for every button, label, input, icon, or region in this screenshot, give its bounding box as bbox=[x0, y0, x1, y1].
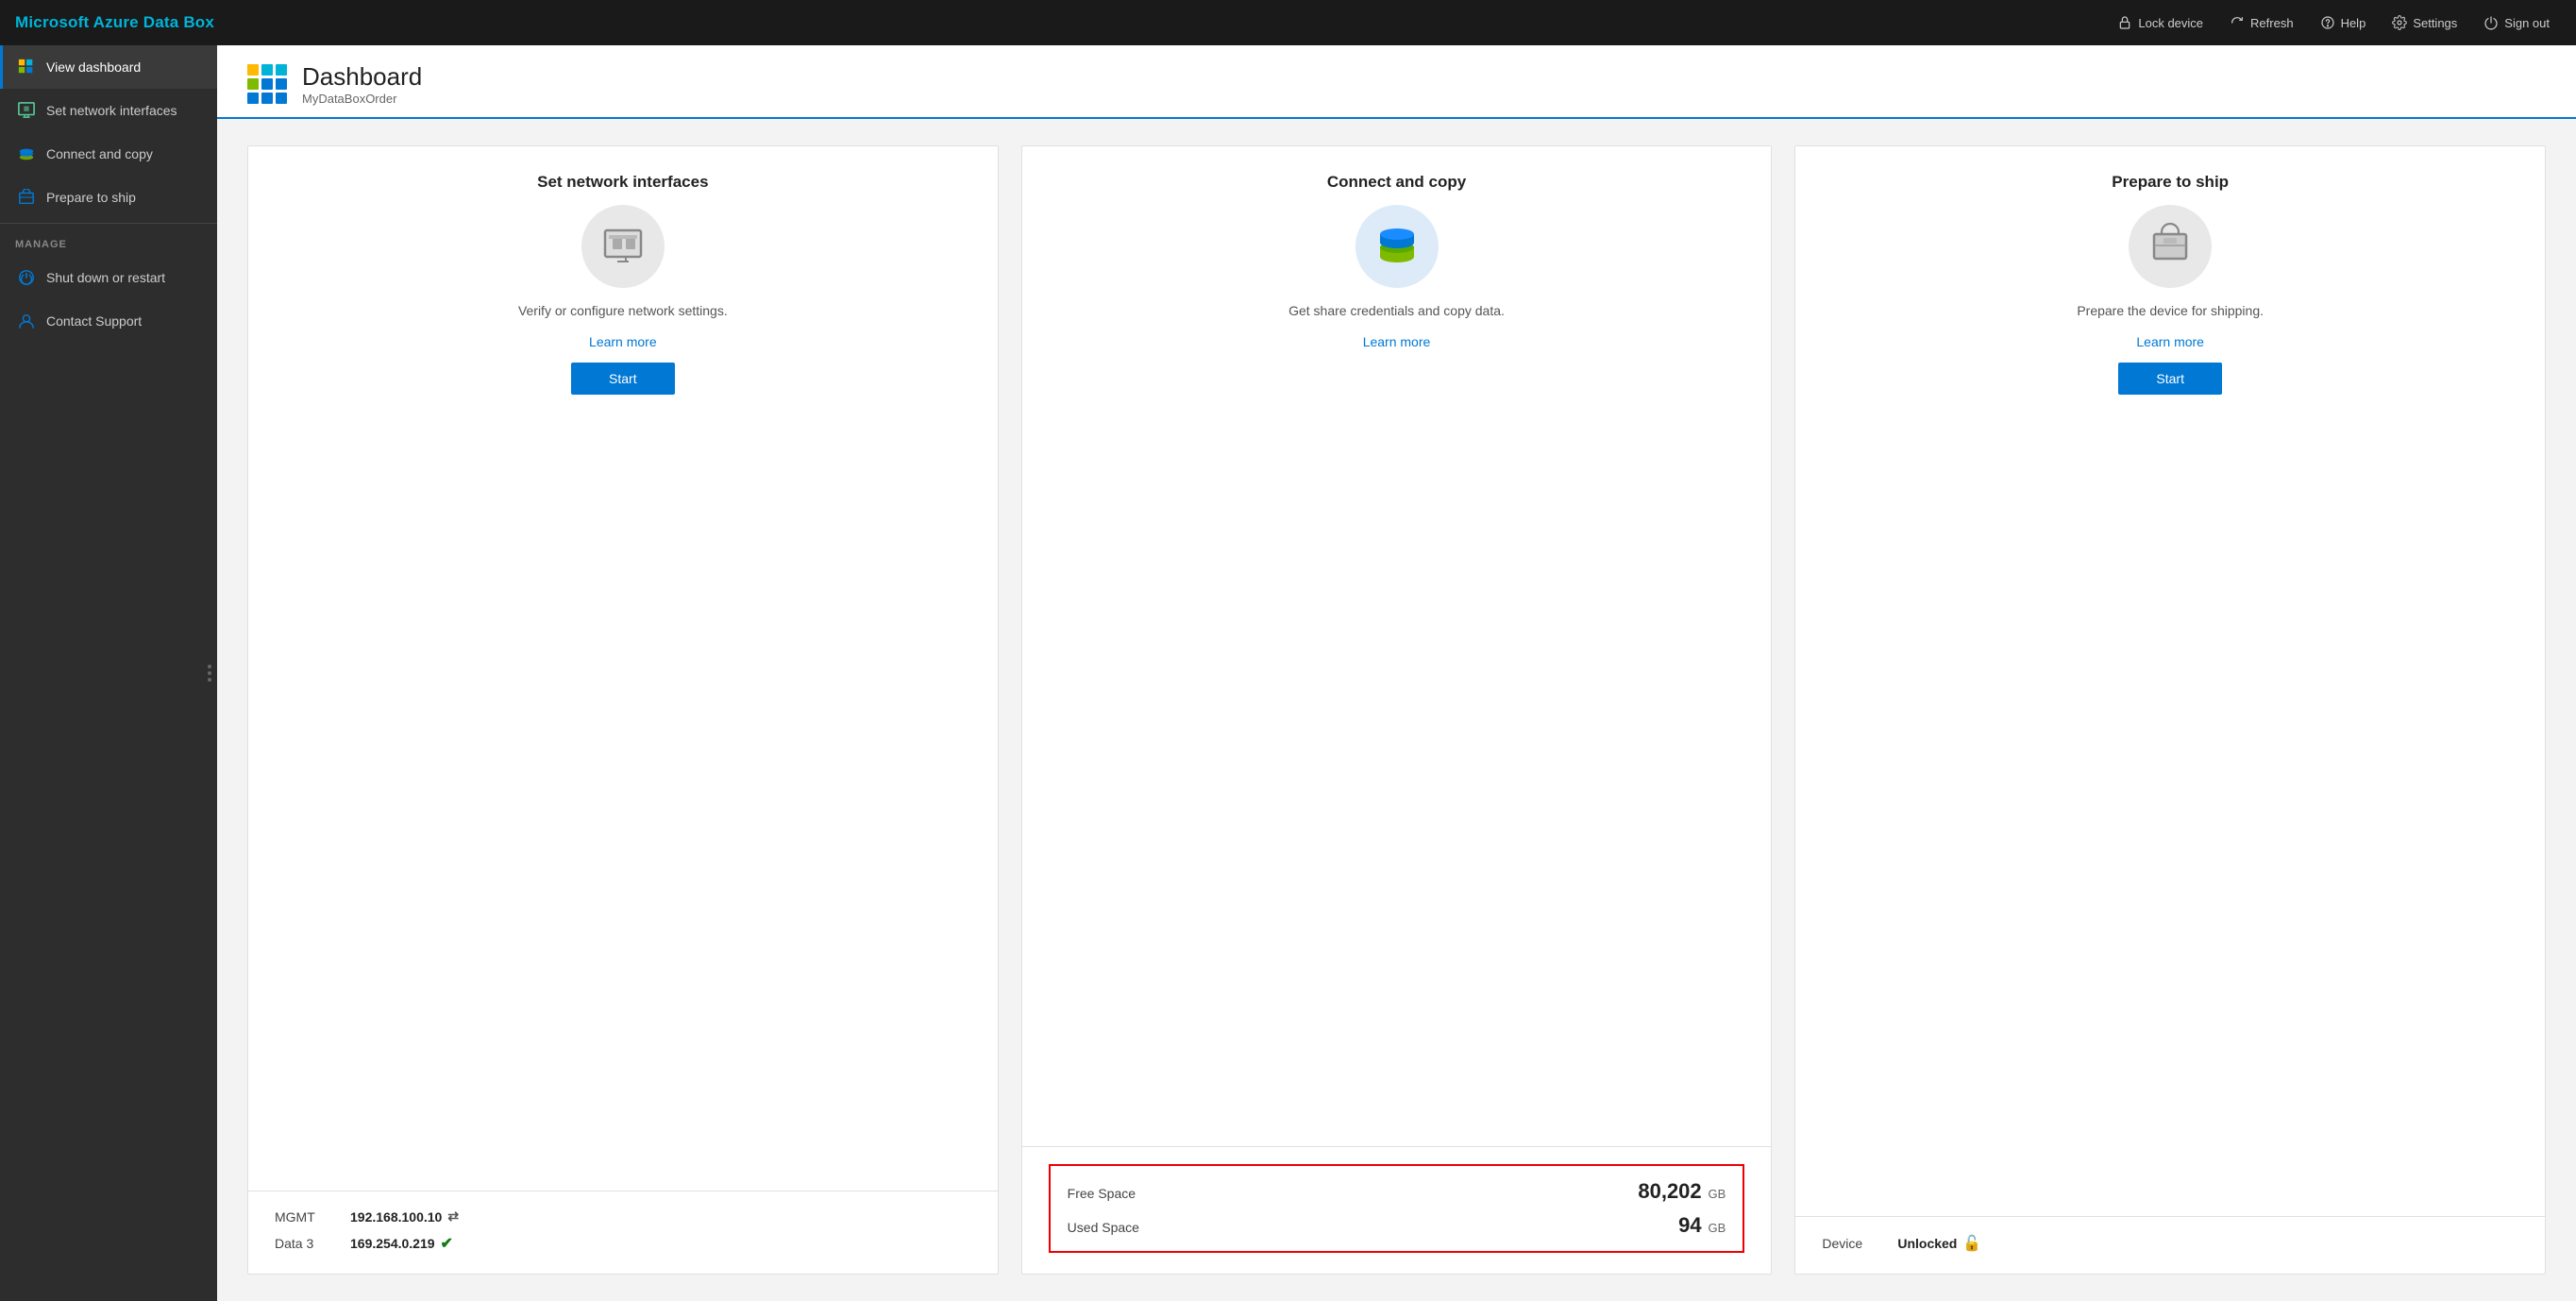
sidebar-item-contact-support[interactable]: Contact Support bbox=[0, 299, 217, 343]
sidebar-item-label: Prepare to ship bbox=[46, 190, 136, 205]
check-icon: ✔ bbox=[441, 1234, 453, 1253]
sidebar-item-label: Shut down or restart bbox=[46, 270, 165, 285]
device-value: Unlocked 🔓 bbox=[1897, 1234, 1981, 1253]
learn-more-ship[interactable]: Learn more bbox=[2136, 334, 2204, 349]
page-header-text: Dashboard MyDataBoxOrder bbox=[302, 62, 422, 106]
swap-icon: ⇄ bbox=[447, 1208, 459, 1225]
dashboard-grid-icon bbox=[247, 64, 287, 104]
card-prepare-ship: Prepare to ship Prepare the device for s… bbox=[1794, 145, 2546, 1275]
settings-button[interactable]: Settings bbox=[2381, 9, 2468, 36]
refresh-icon bbox=[2230, 15, 2245, 30]
sidebar-item-prepare-ship[interactable]: Prepare to ship bbox=[0, 176, 217, 219]
free-space-row: Free Space 80,202 GB bbox=[1068, 1179, 1726, 1204]
card-title-copy: Connect and copy bbox=[1327, 173, 1466, 192]
info-row-mgmt: MGMT 192.168.100.10 ⇄ bbox=[275, 1208, 971, 1225]
mgmt-value: 192.168.100.10 ⇄ bbox=[350, 1208, 459, 1225]
learn-more-network[interactable]: Learn more bbox=[589, 334, 657, 349]
sidebar-divider bbox=[0, 223, 217, 224]
card-set-network: Set network interfaces Verify or configu… bbox=[247, 145, 999, 1275]
copy-card-icon-circle bbox=[1355, 205, 1439, 288]
support-icon bbox=[18, 313, 35, 329]
sidebar-item-shutdown[interactable]: Shut down or restart bbox=[0, 256, 217, 299]
used-space-label: Used Space bbox=[1068, 1220, 1139, 1235]
refresh-button[interactable]: Refresh bbox=[2218, 9, 2305, 36]
main-content: Dashboard MyDataBoxOrder Set network int… bbox=[217, 45, 2576, 1301]
network-card-icon-circle bbox=[581, 205, 665, 288]
card-title-network: Set network interfaces bbox=[537, 173, 708, 192]
data3-value: 169.254.0.219 ✔ bbox=[350, 1234, 453, 1253]
card-desc-ship: Prepare the device for shipping. bbox=[2077, 301, 2264, 321]
free-space-value: 80,202 GB bbox=[1638, 1179, 1726, 1204]
data3-label: Data 3 bbox=[275, 1236, 341, 1251]
sign-out-button[interactable]: Sign out bbox=[2472, 9, 2561, 36]
card-connect-copy: Connect and copy Get share credential bbox=[1021, 145, 1773, 1275]
app-title: Microsoft Azure Data Box bbox=[15, 13, 214, 32]
space-box: Free Space 80,202 GB Used Space 94 GB bbox=[1049, 1164, 1745, 1253]
card-bottom-ship: Device Unlocked 🔓 bbox=[1795, 1217, 2545, 1274]
copy-icon bbox=[18, 145, 35, 162]
sidebar-item-connect-copy[interactable]: Connect and copy bbox=[0, 132, 217, 176]
grid-icon bbox=[18, 59, 35, 76]
top-navigation: Microsoft Azure Data Box Lock device Ref… bbox=[0, 0, 2576, 45]
page-subtitle: MyDataBoxOrder bbox=[302, 92, 422, 106]
app-layout: View dashboard Set network interfaces Co… bbox=[0, 45, 2576, 1301]
sidebar: View dashboard Set network interfaces Co… bbox=[0, 45, 217, 1301]
start-button-ship[interactable]: Start bbox=[2118, 363, 2222, 395]
lock-icon bbox=[2117, 15, 2132, 30]
network-icon bbox=[18, 102, 35, 119]
help-button[interactable]: Help bbox=[2309, 9, 2378, 36]
power-icon bbox=[2483, 15, 2499, 30]
sidebar-item-set-network[interactable]: Set network interfaces bbox=[0, 89, 217, 132]
copy-card-icon bbox=[1372, 221, 1423, 272]
page-header: Dashboard MyDataBoxOrder bbox=[217, 45, 2576, 119]
unlock-icon: 🔓 bbox=[1962, 1234, 1981, 1253]
card-desc-copy: Get share credentials and copy data. bbox=[1288, 301, 1505, 321]
sidebar-item-label: View dashboard bbox=[46, 59, 141, 75]
manage-section-label: MANAGE bbox=[0, 228, 217, 256]
ship-card-icon-circle bbox=[2129, 205, 2212, 288]
shutdown-icon bbox=[18, 269, 35, 286]
card-bottom-copy: Free Space 80,202 GB Used Space 94 GB bbox=[1022, 1147, 1772, 1274]
learn-more-copy[interactable]: Learn more bbox=[1363, 334, 1431, 349]
page-title: Dashboard bbox=[302, 62, 422, 92]
network-card-icon bbox=[599, 223, 647, 270]
free-space-label: Free Space bbox=[1068, 1186, 1136, 1201]
lock-device-button[interactable]: Lock device bbox=[2106, 9, 2214, 36]
ship-icon bbox=[18, 189, 35, 206]
settings-icon bbox=[2392, 15, 2407, 30]
used-space-value: 94 GB bbox=[1678, 1213, 1726, 1238]
card-bottom-network: MGMT 192.168.100.10 ⇄ Data 3 169.254.0.2… bbox=[248, 1191, 998, 1274]
cards-area: Set network interfaces Verify or configu… bbox=[217, 119, 2576, 1301]
ship-card-icon bbox=[2147, 223, 2194, 270]
device-label: Device bbox=[1822, 1236, 1888, 1251]
card-top-ship: Prepare to ship Prepare the device for s… bbox=[1795, 146, 2545, 1216]
topnav-actions: Lock device Refresh Help Setting bbox=[2106, 9, 2561, 36]
sidebar-item-label: Connect and copy bbox=[46, 146, 153, 161]
info-row-data3: Data 3 169.254.0.219 ✔ bbox=[275, 1234, 971, 1253]
start-button-network[interactable]: Start bbox=[571, 363, 675, 395]
help-icon bbox=[2320, 15, 2335, 30]
card-top-network: Set network interfaces Verify or configu… bbox=[248, 146, 998, 1191]
used-space-row: Used Space 94 GB bbox=[1068, 1213, 1726, 1238]
sidebar-item-label: Set network interfaces bbox=[46, 103, 177, 118]
card-title-ship: Prepare to ship bbox=[2112, 173, 2229, 192]
sidebar-item-label: Contact Support bbox=[46, 313, 142, 329]
resize-handle[interactable] bbox=[208, 665, 211, 682]
sidebar-item-view-dashboard[interactable]: View dashboard bbox=[0, 45, 217, 89]
mgmt-label: MGMT bbox=[275, 1209, 341, 1225]
device-row: Device Unlocked 🔓 bbox=[1822, 1234, 2518, 1253]
card-desc-network: Verify or configure network settings. bbox=[518, 301, 728, 321]
card-top-copy: Connect and copy Get share credential bbox=[1022, 146, 1772, 1146]
